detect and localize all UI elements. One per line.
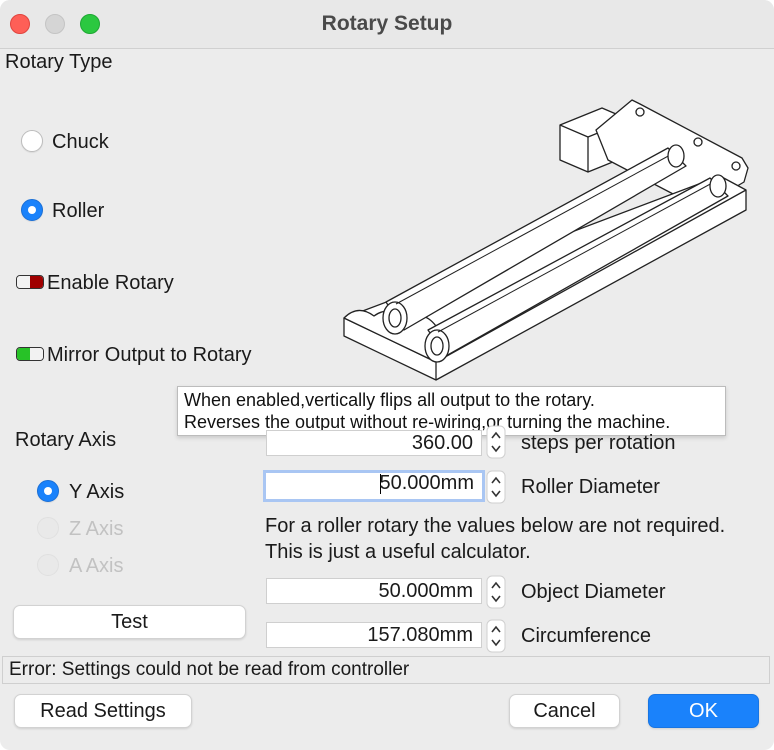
read-settings-button[interactable]: Read Settings (14, 694, 192, 728)
title-bar: Rotary Setup (0, 0, 774, 49)
object-diameter-label: Object Diameter (521, 581, 666, 603)
a-axis-radio-button (37, 554, 59, 576)
circumference-input[interactable]: 157.080mm (266, 622, 482, 648)
steps-per-rotation-label: steps per rotation (521, 432, 676, 454)
mirror-output-toggle[interactable] (16, 347, 44, 361)
roller-diameter-stepper[interactable] (486, 470, 506, 504)
roller-diameter-input[interactable]: 50.000mm (263, 470, 485, 502)
mirror-output-tooltip: When enabled,vertically flips all output… (177, 386, 726, 436)
roller-radio-button[interactable] (21, 199, 43, 221)
rotary-setup-window: Rotary Setup Rotary Type Chuck Roller En… (0, 0, 774, 750)
object-diameter-stepper[interactable] (486, 575, 506, 609)
toggle-fill-off (30, 276, 43, 288)
chuck-radio-button[interactable] (21, 130, 43, 152)
y-axis-label[interactable]: Y Axis (69, 481, 124, 504)
rotary-axis-heading: Rotary Axis (15, 429, 117, 451)
window-title: Rotary Setup (321, 12, 453, 35)
z-axis-label: Z Axis (69, 518, 124, 540)
a-axis-label: A Axis (69, 555, 124, 577)
ok-button[interactable]: OK (648, 694, 759, 728)
roller-label[interactable]: Roller (52, 200, 104, 223)
status-bar: Error: Settings could not be read from c… (2, 656, 770, 684)
calculator-note-line-2: This is just a useful calculator. (265, 541, 531, 563)
rotary-type-heading: Rotary Type (5, 51, 113, 73)
enable-rotary-label[interactable]: Enable Rotary (47, 272, 174, 295)
test-button[interactable]: Test (13, 605, 246, 639)
calculator-note-line-1: For a roller rotary the values below are… (265, 515, 726, 537)
enable-rotary-toggle[interactable] (16, 275, 44, 289)
roller-diameter-value: 50.000mm (379, 472, 475, 494)
circumference-stepper[interactable] (486, 619, 506, 653)
toggle-knob (17, 276, 30, 288)
toggle-knob (30, 348, 43, 360)
circumference-label: Circumference (521, 625, 652, 647)
status-message: Error: Settings could not be read from c… (9, 659, 410, 680)
roller-rotary-illustration (343, 99, 749, 381)
z-axis-radio-button (37, 517, 59, 539)
tooltip-line-1: When enabled,vertically flips all output… (184, 390, 595, 410)
object-diameter-input[interactable]: 50.000mm (266, 578, 482, 604)
cancel-button[interactable]: Cancel (509, 694, 620, 728)
roller-diameter-label: Roller Diameter (521, 476, 660, 498)
chuck-label[interactable]: Chuck (52, 131, 109, 154)
mirror-output-label[interactable]: Mirror Output to Rotary (47, 344, 252, 367)
steps-per-rotation-input[interactable]: 360.00 (266, 430, 482, 456)
toggle-fill-on (17, 348, 30, 360)
steps-stepper[interactable] (486, 425, 506, 459)
y-axis-radio-button[interactable] (37, 480, 59, 502)
